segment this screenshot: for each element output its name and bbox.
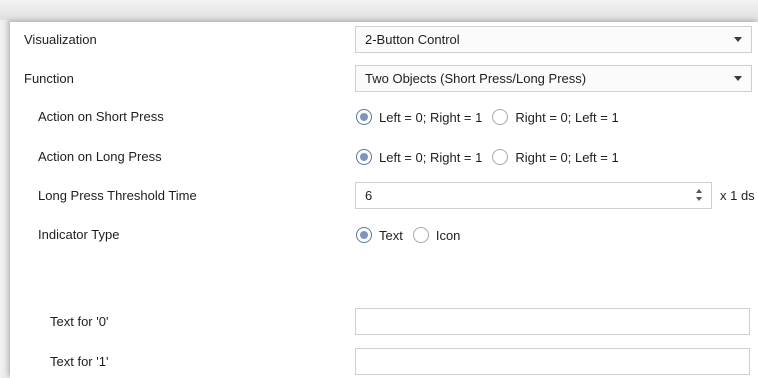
chevron-down-icon	[734, 37, 742, 42]
function-dropdown[interactable]: Two Objects (Short Press/Long Press)	[355, 65, 752, 92]
visualization-dropdown[interactable]: 2-Button Control	[355, 26, 752, 53]
indicator-type-label: Indicator Type	[38, 227, 120, 242]
radio-unchecked-icon	[492, 109, 509, 125]
spin-up-icon[interactable]	[696, 189, 702, 193]
text-0-label: Text for '0'	[50, 314, 109, 329]
threshold-unit: x 1 ds	[720, 188, 755, 203]
long-press-row: Action on Long Press Left = 0; Right = 1…	[10, 142, 758, 172]
indicator-type-row: Indicator Type Text Icon	[10, 220, 758, 250]
radio-checked-icon	[356, 227, 372, 243]
text-1-label: Text for '1'	[50, 354, 109, 369]
text-1-row: Text for '1'	[10, 347, 758, 377]
short-press-option-right[interactable]: Right = 0; Left = 1	[492, 109, 619, 125]
threshold-spinbox[interactable]: 6	[355, 182, 712, 209]
short-press-radio-group: Left = 0; Right = 1 Right = 0; Left = 1	[356, 102, 629, 132]
spin-down-icon[interactable]	[696, 197, 702, 201]
text-1-input[interactable]	[355, 348, 750, 375]
indicator-type-radio-group: Text Icon	[356, 220, 470, 250]
short-press-option-left-label: Left = 0; Right = 1	[379, 109, 483, 125]
radio-unchecked-icon	[492, 149, 509, 165]
threshold-value: 6	[365, 188, 373, 203]
text-0-input[interactable]	[355, 308, 750, 335]
short-press-label: Action on Short Press	[38, 109, 164, 124]
long-press-option-right-label: Right = 0; Left = 1	[515, 149, 619, 165]
threshold-label: Long Press Threshold Time	[38, 188, 197, 203]
radio-checked-icon	[356, 149, 372, 165]
short-press-option-left[interactable]: Left = 0; Right = 1	[356, 109, 482, 125]
long-press-option-right[interactable]: Right = 0; Left = 1	[492, 149, 619, 165]
long-press-option-left-label: Left = 0; Right = 1	[379, 149, 483, 165]
short-press-row: Action on Short Press Left = 0; Right = …	[10, 102, 758, 132]
indicator-type-option-text[interactable]: Text	[356, 227, 403, 243]
threshold-row: Long Press Threshold Time 6 x 1 ds	[10, 181, 758, 211]
long-press-radio-group: Left = 0; Right = 1 Right = 0; Left = 1	[356, 142, 629, 172]
parameter-panel: Visualization 2-Button Control Function …	[10, 22, 758, 378]
chevron-down-icon	[734, 76, 742, 81]
indicator-type-option-icon-label: Icon	[435, 227, 461, 243]
visualization-value: 2-Button Control	[365, 32, 460, 47]
visualization-label: Visualization	[24, 32, 97, 47]
radio-checked-icon	[356, 109, 372, 125]
short-press-option-right-label: Right = 0; Left = 1	[515, 109, 619, 125]
long-press-option-left[interactable]: Left = 0; Right = 1	[356, 149, 482, 165]
radio-unchecked-icon	[412, 227, 429, 243]
long-press-label: Action on Long Press	[38, 149, 162, 164]
text-0-row: Text for '0'	[10, 307, 758, 337]
function-value: Two Objects (Short Press/Long Press)	[365, 71, 587, 86]
indicator-type-option-text-label: Text	[379, 227, 403, 243]
function-label: Function	[24, 71, 74, 86]
visualization-row: Visualization 2-Button Control	[10, 25, 758, 55]
spin-arrows	[696, 188, 704, 204]
function-row: Function Two Objects (Short Press/Long P…	[10, 64, 758, 94]
indicator-type-option-icon[interactable]: Icon	[412, 227, 461, 243]
